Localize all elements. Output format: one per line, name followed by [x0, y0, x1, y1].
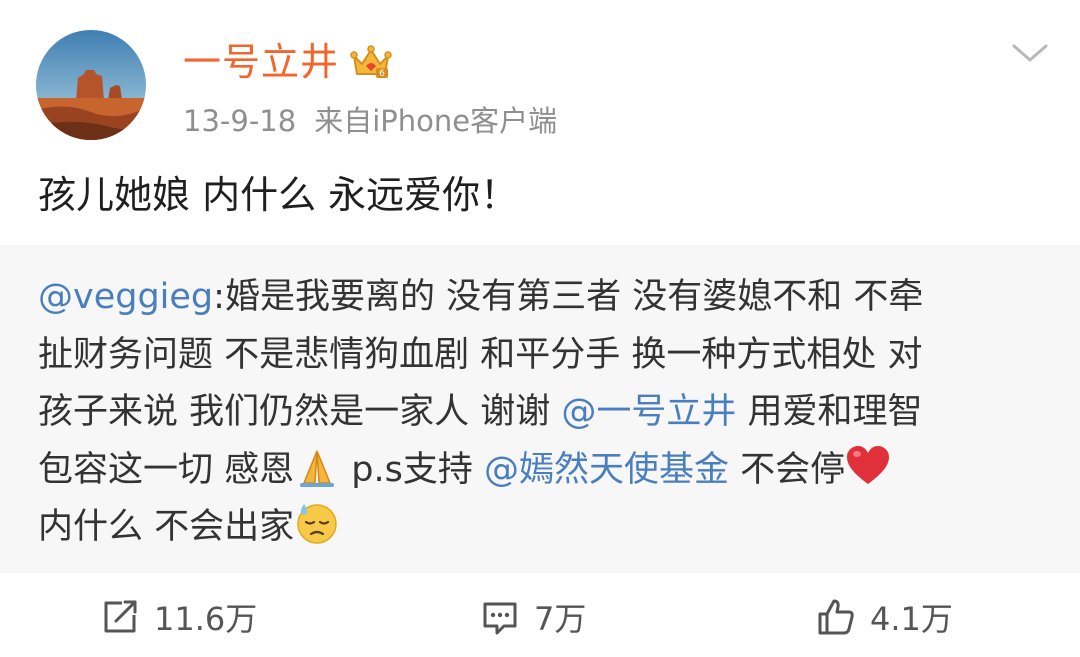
repost-count: 11.6万 [154, 600, 258, 638]
svg-text:6: 6 [379, 69, 385, 79]
thumbs-up-icon [816, 597, 856, 637]
repost-text-segment: 扯财务问题 不是悲情狗血剧 和平分手 换一种方式相处 对 [38, 334, 923, 375]
repost-text-segment: 包容这一切 感恩 [38, 449, 295, 490]
repost-text-segment: 孩子来说 我们仍然是一家人 谢谢 [38, 392, 562, 432]
mention-link[interactable]: @veggieg [38, 277, 213, 317]
repost-text-segment: 不会停 [729, 449, 846, 490]
like-count: 4.1万 [870, 600, 953, 638]
crown-vip-icon[interactable]: 6 [350, 44, 392, 80]
repost-line: @veggieg:婚是我要离的 没有第三者 没有婆媳不和 不牵 [38, 269, 1048, 327]
post-text: 孩儿她娘 内什么 永远爱你！ [38, 173, 519, 217]
repost-line: 包容这一切 感恩 p.s支持 @嫣然天使基金 不会停 [38, 442, 1048, 500]
repost-line: 内什么 不会出家 [38, 499, 1048, 557]
post-meta: 13-9-18 来自iPhone客户端 [183, 102, 557, 140]
mention-link[interactable]: @嫣然天使基金 [484, 450, 729, 490]
username[interactable]: 一号立井 [183, 38, 339, 86]
action-bar: 11.6万 7万 4.1万 [0, 573, 1080, 657]
chevron-down-icon[interactable] [1010, 38, 1050, 68]
folded-hands-emoji [294, 443, 340, 489]
repost-text-segment: 用爱和理智 [736, 392, 923, 432]
avatar[interactable] [36, 30, 146, 140]
repost-text-segment: p.s支持 [340, 449, 484, 490]
mention-link[interactable]: @一号立井 [561, 392, 736, 432]
repost-text-segment: 内什么 不会出家 [38, 507, 295, 547]
repost-line: 孩子来说 我们仍然是一家人 谢谢 @一号立井 用爱和理智 [38, 384, 1048, 442]
weibo-post-card: 一号立井 6 13-9-18 来自iPhone客户端 孩儿她娘 内什么 永远爱你！… [0, 0, 1080, 657]
red-heart-emoji [845, 443, 891, 489]
repost-line: 扯财务问题 不是悲情狗血剧 和平分手 换一种方式相处 对 [38, 327, 1048, 385]
repost-button[interactable]: 11.6万 [100, 597, 258, 638]
share-icon [100, 597, 140, 637]
like-button[interactable]: 4.1万 [816, 597, 953, 638]
comment-icon [480, 597, 520, 637]
post-source: 来自iPhone客户端 [314, 104, 558, 138]
post-timestamp: 13-9-18 [183, 104, 297, 138]
comment-count: 7万 [534, 600, 587, 638]
downcast-sweat-emoji [294, 500, 340, 546]
comment-button[interactable]: 7万 [480, 597, 587, 638]
repost-text: @veggieg:婚是我要离的 没有第三者 没有婆媳不和 不牵扯财务问题 不是悲… [38, 269, 1048, 557]
repost-text-segment: :婚是我要离的 没有第三者 没有婆媳不和 不牵 [213, 277, 924, 317]
repost-block[interactable]: @veggieg:婚是我要离的 没有第三者 没有婆媳不和 不牵扯财务问题 不是悲… [0, 245, 1080, 573]
